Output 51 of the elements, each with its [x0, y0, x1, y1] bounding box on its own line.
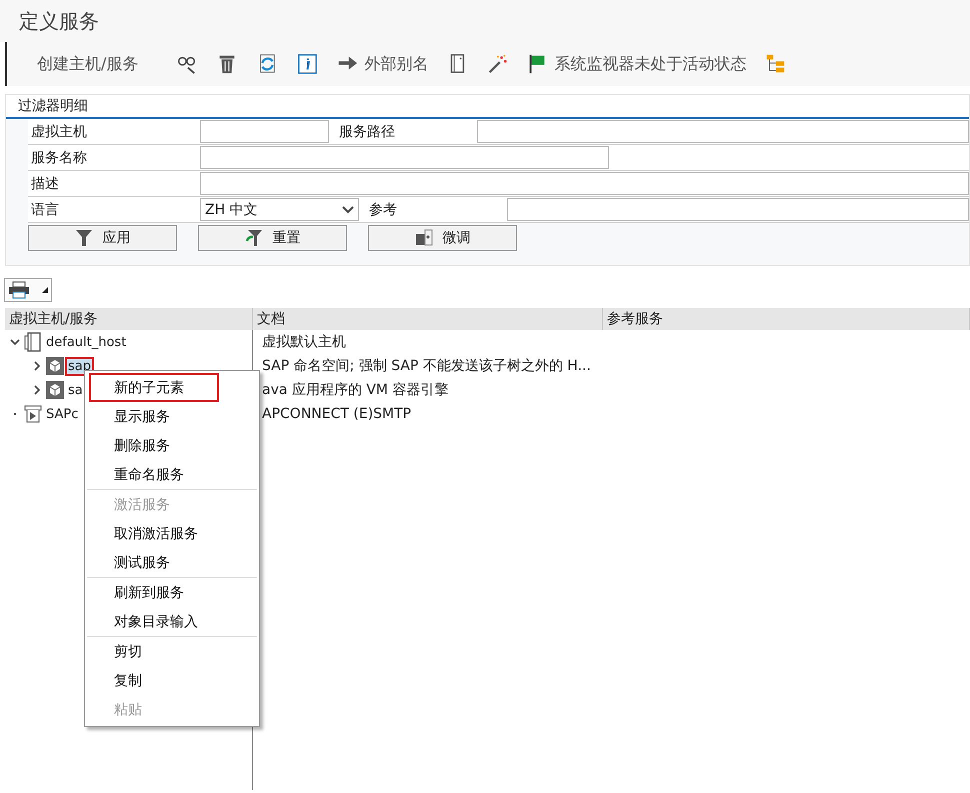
input-field[interactable] — [200, 120, 329, 143]
printer-icon — [8, 281, 30, 299]
field-label: 虚拟主机 — [30, 122, 88, 142]
menu-item[interactable]: 刷新到服务 — [89, 578, 255, 607]
toolbar-button[interactable]: 外部别名 — [334, 51, 430, 77]
create-button[interactable]: 创建主机/服务 — [35, 52, 140, 76]
tree-item[interactable]: default_host — [45, 334, 128, 350]
chevron-down-icon — [342, 206, 354, 214]
funnel-icon — [74, 229, 92, 247]
menu-item[interactable]: 新的子元素 — [89, 373, 219, 402]
menu-item[interactable]: 显示服务 — [89, 402, 255, 431]
menu-item[interactable]: 删除服务 — [89, 431, 255, 460]
menu-item[interactable]: 取消激活服务 — [89, 519, 255, 548]
window-title: 定义服务 — [0, 0, 970, 42]
action-button[interactable]: 微调 — [368, 225, 517, 251]
menu-item[interactable]: 测试服务 — [89, 548, 255, 577]
dropdown-corner-icon — [42, 287, 48, 293]
column-header[interactable]: 文档 — [253, 308, 603, 330]
external-service-icon — [24, 404, 42, 424]
cube-icon — [46, 380, 64, 400]
field-label: 服务名称 — [30, 148, 88, 168]
table-cell-text: SAP 命名空间; 强制 SAP 不能发送该子树之外的 H... — [261, 357, 592, 376]
table-cell-text: APCONNECT (E)SMTP — [261, 405, 412, 424]
cube-icon — [46, 356, 64, 376]
field-label: 描述 — [30, 174, 60, 194]
funnel-reset-icon — [244, 229, 262, 247]
input-field[interactable] — [477, 120, 969, 143]
menu-item[interactable]: 复制 — [89, 666, 255, 695]
field-label: 服务路径 — [338, 122, 396, 142]
input-field[interactable] — [200, 172, 969, 195]
column-header[interactable]: 参考服务 — [603, 308, 970, 330]
panel-title: 过滤器明细 — [6, 95, 969, 119]
menu-item[interactable]: 重命名服务 — [89, 460, 255, 489]
table-cell-text: ava 应用程序的 VM 容器引擎 — [261, 381, 450, 400]
field-label: 参考 — [368, 200, 398, 220]
toolbar-button[interactable]: 系统监视器未处于活动状态 — [524, 51, 748, 77]
tree-item[interactable]: sa — [67, 382, 84, 398]
input-field[interactable] — [200, 146, 609, 169]
print-button[interactable] — [4, 278, 52, 302]
menu-item[interactable]: 剪切 — [89, 637, 255, 666]
column-header[interactable]: 虚拟主机/服务 — [5, 308, 253, 330]
table-cell-text: 虚拟默认主机 — [261, 333, 347, 352]
server-icon — [24, 332, 42, 352]
input-field[interactable] — [507, 198, 969, 221]
field-label: 语言 — [30, 200, 60, 220]
action-button[interactable]: 应用 — [28, 225, 177, 251]
menu-item[interactable]: 对象目录输入 — [89, 607, 255, 636]
tree-item[interactable]: sap — [67, 358, 92, 374]
language-dropdown[interactable]: ZH 中文 — [200, 198, 359, 221]
action-button[interactable]: 重置 — [198, 225, 347, 251]
tree-item[interactable]: SAPc — [45, 406, 80, 422]
